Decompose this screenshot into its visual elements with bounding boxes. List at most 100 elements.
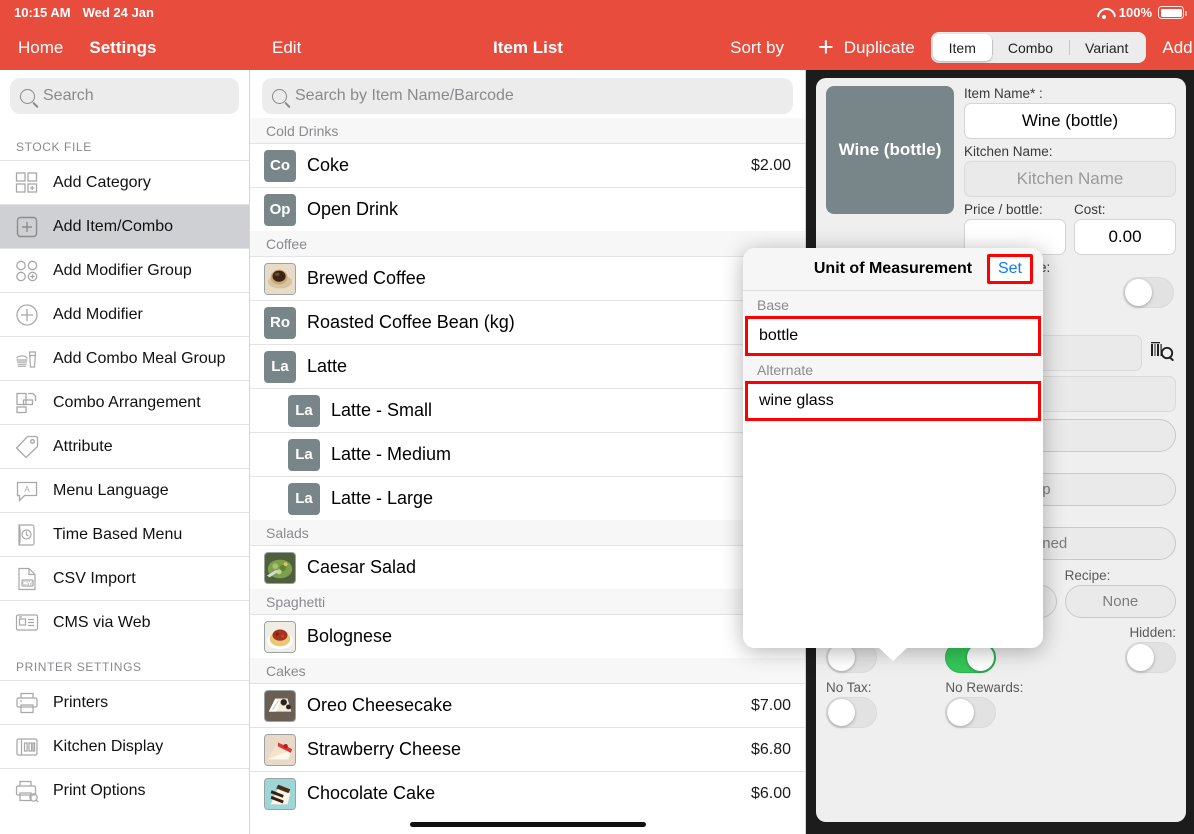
sidebar-item-label: Print Options — [53, 781, 146, 799]
item-row[interactable]: La Latte — [250, 344, 805, 388]
cost-field[interactable]: 0.00 — [1074, 219, 1176, 255]
sidebar-item-print-options[interactable]: Print Options — [0, 768, 249, 812]
item-badge-thumbnail: Ro — [264, 306, 296, 339]
item-name: Strawberry Cheese — [307, 739, 462, 759]
item-row[interactable]: Co Coke $2.00 — [250, 143, 805, 187]
item-name: Caesar Salad — [307, 557, 417, 577]
sidebar-item-menu-language[interactable]: A Menu Language — [0, 468, 249, 512]
sidebar-item-attribute[interactable]: Attribute — [0, 424, 249, 468]
sidebar-item-csv-import[interactable]: CSV CSV Import — [0, 556, 249, 600]
sidebar-item-combo-arrangement[interactable]: Combo Arrangement — [0, 380, 249, 424]
item-search-wrapper: Search by Item Name/Barcode — [250, 70, 805, 122]
hidden-label: Hidden: — [1129, 625, 1176, 640]
sidebar-search-placeholder: Search — [43, 87, 94, 104]
circles-plus-icon — [14, 258, 40, 284]
item-row[interactable]: Bolognese — [250, 614, 805, 658]
item-row[interactable]: La Latte - Large — [250, 476, 805, 520]
segment-combo[interactable]: Combo — [991, 34, 1069, 61]
add-plus-icon[interactable]: + — [818, 34, 834, 61]
item-search-input[interactable]: Search by Item Name/Barcode — [262, 78, 793, 114]
battery-percent: 100% — [1118, 5, 1152, 20]
arrange-icon — [14, 390, 40, 416]
home-indicator — [409, 822, 646, 827]
sidebar-item-add-category[interactable]: Add Category — [0, 160, 249, 204]
item-image-placeholder[interactable]: Wine (bottle) — [826, 86, 954, 214]
segment-variant[interactable]: Variant — [1069, 34, 1144, 61]
item-name: Latte - Large — [331, 488, 434, 508]
item-row[interactable]: Strawberry Cheese $6.80 — [250, 727, 805, 771]
item-badge-thumbnail: Co — [264, 149, 296, 182]
hidden-toggle[interactable] — [1124, 642, 1176, 673]
barcode-scan-icon[interactable] — [1150, 340, 1176, 366]
item-name: Open Drink — [307, 199, 399, 219]
item-row[interactable]: Ro Roasted Coffee Bean (kg) — [250, 300, 805, 344]
item-name: Bolognese — [307, 626, 393, 646]
item-name: Roasted Coffee Bean (kg) — [307, 312, 515, 332]
nav-left-section: Home Settings — [0, 25, 250, 70]
item-row[interactable]: Op Open Drink — [250, 187, 805, 231]
sidebar-search-input[interactable]: Search — [10, 78, 239, 114]
base-label: Base — [743, 291, 1043, 316]
sidebar-list: STOCK FILE Add Category Add Item/Combo Add … — [0, 124, 249, 812]
popover-title: Unit of Measurement — [813, 260, 973, 277]
alternate-unit-input[interactable]: wine glass — [745, 381, 1041, 421]
status-time: 10:15 AM — [14, 5, 71, 20]
print-options-icon — [14, 778, 40, 804]
no-tax-toggle[interactable] — [826, 697, 877, 728]
app-screen: 10:15 AM Wed 24 Jan 100% Home Settings E… — [0, 0, 1194, 834]
sidebar-item-add-combo-meal-group[interactable]: Add Combo Meal Group — [0, 336, 249, 380]
base-unit-input[interactable]: bottle — [745, 316, 1041, 356]
status-date: Wed 24 Jan — [82, 5, 154, 20]
toggles-row-2: No Tax: No Rewards: — [826, 680, 1176, 728]
sidebar-item-time-based-menu[interactable]: Time Based Menu — [0, 512, 249, 556]
item-name-field[interactable]: Wine (bottle) — [964, 103, 1176, 139]
sort-by-button[interactable]: Sort by — [730, 38, 784, 58]
sidebar-item-kitchen-display[interactable]: Kitchen Display — [0, 724, 249, 768]
sidebar-item-cms-via-web[interactable]: CMS via Web — [0, 600, 249, 644]
kitchen-name-field[interactable]: Kitchen Name — [964, 161, 1176, 197]
edit-button[interactable]: Edit — [272, 38, 301, 58]
item-row[interactable]: La Latte - Small — [250, 388, 805, 432]
status-bar: 10:15 AM Wed 24 Jan 100% — [0, 0, 1194, 25]
battery-icon — [1158, 6, 1187, 19]
item-photo-thumbnail — [264, 551, 296, 584]
item-list-scroll[interactable]: Cold Drinks Co Coke $2.00 Op Open Drink Coffee… — [250, 118, 805, 815]
nav-home-button[interactable]: Home — [18, 38, 63, 58]
no-rewards-toggle[interactable] — [945, 697, 997, 728]
sidebar-item-label: Menu Language — [53, 481, 169, 499]
item-row[interactable]: Caesar Salad — [250, 545, 805, 589]
item-name: Latte - Small — [331, 400, 433, 420]
sidebar-item-add-modifier[interactable]: Add Modifier — [0, 292, 249, 336]
segment-item[interactable]: Item — [932, 34, 992, 61]
sidebar-item-printers[interactable]: Printers — [0, 680, 249, 724]
svg-text:CSV: CSV — [22, 580, 33, 586]
item-row[interactable]: Chocolate Cake $6.00 — [250, 771, 805, 815]
item-row[interactable]: Brewed Coffee — [250, 256, 805, 300]
item-photo-thumbnail — [264, 620, 296, 653]
item-row[interactable]: Oreo Cheesecake $7.00 — [250, 683, 805, 727]
set-button[interactable]: Set — [986, 254, 1033, 284]
item-photo-thumbnail — [264, 262, 296, 295]
open-price-toggle[interactable] — [1123, 277, 1174, 308]
sidebar-item-add-item-combo[interactable]: Add Item/Combo — [0, 204, 249, 248]
type-segmented-control[interactable]: Item Combo Variant — [930, 32, 1147, 63]
duplicate-button[interactable]: Duplicate — [844, 38, 915, 58]
add-button[interactable]: Add — [1162, 38, 1192, 58]
combo-meal-icon — [14, 346, 40, 372]
item-name: Brewed Coffee — [307, 268, 426, 288]
settings-sidebar: Search STOCK FILE Add Category Add Item/Co… — [0, 70, 250, 834]
sidebar-search-wrapper: Search — [0, 70, 249, 124]
sidebar-item-add-modifier-group[interactable]: Add Modifier Group — [0, 248, 249, 292]
item-name-label: Item Name* : — [964, 86, 1043, 101]
kitchen-display-icon — [14, 734, 40, 760]
unit-of-measurement-popover: Unit of Measurement Set Base bottle Alte… — [743, 248, 1043, 661]
item-row[interactable]: La Latte - Medium — [250, 432, 805, 476]
sidebar-item-label: CSV Import — [53, 569, 136, 587]
item-badge-thumbnail: La — [288, 394, 320, 427]
nav-right-section: + Duplicate Item Combo Variant Add — [806, 25, 1194, 70]
item-price: $7.00 — [750, 696, 791, 714]
item-badge-thumbnail: La — [288, 482, 320, 515]
csv-file-icon: CSV — [14, 566, 40, 592]
recipe-field[interactable]: None — [1064, 585, 1176, 618]
recipe-label: Recipe: — [1064, 568, 1111, 583]
